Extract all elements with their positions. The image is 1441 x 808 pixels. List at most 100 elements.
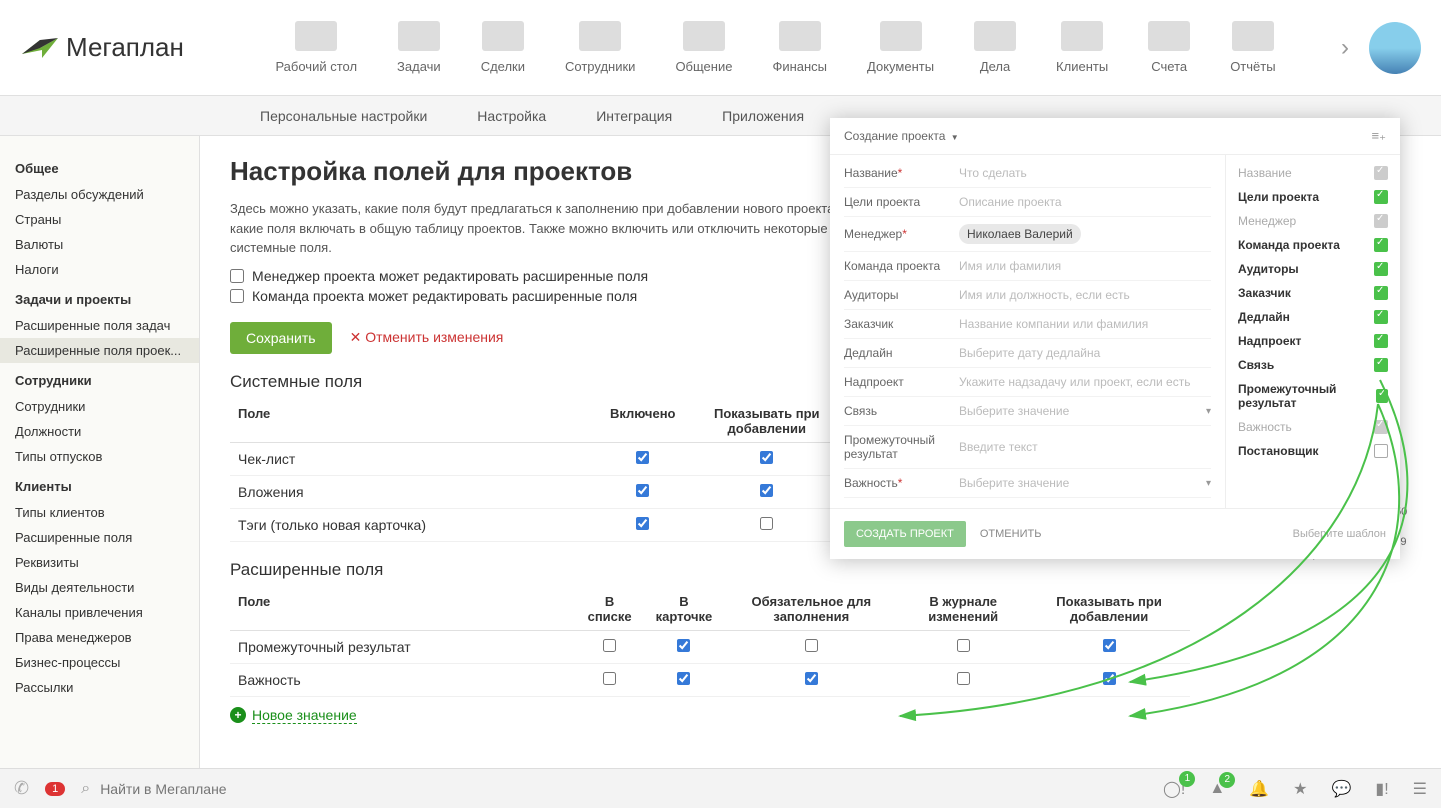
checkbox-in-list[interactable]	[603, 639, 616, 652]
warn-icon[interactable]: ▮!	[1375, 779, 1388, 799]
toggle-checkbox[interactable]	[1374, 238, 1388, 252]
form-input[interactable]: Название компании или фамилия	[959, 317, 1211, 331]
choose-template-link[interactable]: Выберите шаблон	[1293, 528, 1386, 540]
nav-finance[interactable]: Финансы	[772, 21, 827, 74]
save-button[interactable]: Сохранить	[230, 322, 332, 354]
form-row[interactable]: НадпроектУкажите надзадачу или проект, е…	[844, 368, 1211, 397]
field-toggle-row[interactable]: Название	[1226, 161, 1400, 185]
fire-icon[interactable]: ▲2	[1209, 780, 1225, 798]
form-row[interactable]: Важность*Выберите значение▾	[844, 469, 1211, 498]
sidebar-item[interactable]: Расширенные поля	[0, 525, 199, 550]
secnav-apps[interactable]: Приложения	[722, 108, 804, 124]
search-input[interactable]	[100, 781, 400, 797]
form-input[interactable]: Имя или должность, если есть	[959, 288, 1211, 302]
form-row[interactable]: АудиторыИмя или должность, если есть	[844, 281, 1211, 310]
nav-deals[interactable]: Сделки	[481, 21, 525, 74]
sidebar-item[interactable]: Расширенные поля задач	[0, 313, 199, 338]
alert-icon[interactable]: ◯!1	[1163, 779, 1185, 799]
checkbox-show-on-add[interactable]	[760, 451, 773, 464]
sidebar-item[interactable]: Сотрудники	[0, 394, 199, 419]
toggle-checkbox[interactable]	[1374, 310, 1388, 324]
secnav-personal[interactable]: Персональные настройки	[260, 108, 427, 124]
sidebar-item[interactable]: Бизнес-процессы	[0, 650, 199, 675]
checkbox-required[interactable]	[805, 672, 818, 685]
sidebar-item[interactable]: Типы отпусков	[0, 444, 199, 469]
bell-icon[interactable]: 🔔	[1249, 779, 1269, 799]
nav-employees[interactable]: Сотрудники	[565, 21, 635, 74]
checkbox-enabled[interactable]	[636, 451, 649, 464]
nav-more-icon[interactable]: ›	[1341, 34, 1349, 62]
sidebar-item[interactable]: Расширенные поля проек...	[0, 338, 199, 363]
popup-options-icon[interactable]: ≡₊	[1372, 128, 1386, 144]
field-toggle-row[interactable]: Заказчик	[1226, 281, 1400, 305]
user-avatar[interactable]	[1369, 22, 1421, 74]
checkbox-show-on-add[interactable]	[1103, 639, 1116, 652]
field-toggle-row[interactable]: Цели проекта	[1226, 185, 1400, 209]
field-toggle-row[interactable]: Менеджер	[1226, 209, 1400, 233]
form-row[interactable]: Название*Что сделать	[844, 159, 1211, 188]
sidebar-item[interactable]: Виды деятельности	[0, 575, 199, 600]
nav-tasks[interactable]: Задачи	[397, 21, 441, 74]
checkbox-enabled[interactable]	[636, 484, 649, 497]
nav-desktop[interactable]: Рабочий стол	[275, 21, 357, 74]
field-toggle-row[interactable]: Дедлайн	[1226, 305, 1400, 329]
sidebar-item[interactable]: Типы клиентов	[0, 500, 199, 525]
phone-icon[interactable]: ✆	[14, 778, 29, 799]
global-search[interactable]: ⌕	[81, 780, 1147, 798]
nav-clients[interactable]: Клиенты	[1056, 21, 1108, 74]
sidebar-item[interactable]: Налоги	[0, 257, 199, 282]
checkbox-show-on-add[interactable]	[760, 517, 773, 530]
nav-chat[interactable]: Общение	[675, 21, 732, 74]
sidebar-item[interactable]: Рассылки	[0, 675, 199, 700]
sidebar-item[interactable]: Должности	[0, 419, 199, 444]
nav-docs[interactable]: Документы	[867, 21, 934, 74]
popup-title[interactable]: Создание проекта ▼	[844, 129, 959, 143]
secnav-integration[interactable]: Интеграция	[596, 108, 672, 124]
checkbox-in-log[interactable]	[957, 639, 970, 652]
field-toggle-row[interactable]: Надпроект	[1226, 329, 1400, 353]
form-row[interactable]: Менеджер*Николаев Валерий	[844, 217, 1211, 252]
star-icon[interactable]: ★	[1293, 779, 1307, 799]
toggle-checkbox[interactable]	[1374, 262, 1388, 276]
nav-invoices[interactable]: Счета	[1148, 21, 1190, 74]
checkbox-show-on-add[interactable]	[760, 484, 773, 497]
form-input[interactable]: Выберите дату дедлайна	[959, 346, 1211, 360]
menu-icon[interactable]: ☰	[1413, 779, 1427, 799]
toggle-checkbox[interactable]	[1374, 214, 1388, 228]
form-row[interactable]: ЗаказчикНазвание компании или фамилия	[844, 310, 1211, 339]
sidebar-item[interactable]: Страны	[0, 207, 199, 232]
form-row[interactable]: СвязьВыберите значение▾	[844, 397, 1211, 426]
sidebar-item[interactable]: Права менеджеров	[0, 625, 199, 650]
sidebar-item[interactable]: Каналы привлечения	[0, 600, 199, 625]
checkbox-in-card[interactable]	[677, 672, 690, 685]
sidebar-item[interactable]: Разделы обсуждений	[0, 182, 199, 207]
create-project-button[interactable]: СОЗДАТЬ ПРОЕКТ	[844, 521, 966, 547]
toggle-checkbox[interactable]	[1374, 166, 1388, 180]
field-toggle-row[interactable]: Связь	[1226, 353, 1400, 377]
checkbox-show-on-add[interactable]	[1103, 672, 1116, 685]
form-input[interactable]: Описание проекта	[959, 195, 1211, 209]
field-toggle-row[interactable]: Постановщик	[1226, 439, 1400, 463]
toggle-checkbox[interactable]	[1374, 190, 1388, 204]
checkbox-in-card[interactable]	[677, 639, 690, 652]
field-toggle-row[interactable]: Команда проекта	[1226, 233, 1400, 257]
checkbox-required[interactable]	[805, 639, 818, 652]
form-input[interactable]: Что сделать	[959, 166, 1211, 180]
sidebar-item[interactable]: Реквизиты	[0, 550, 199, 575]
toggle-checkbox[interactable]	[1374, 286, 1388, 300]
form-input[interactable]: Укажите надзадачу или проект, если есть	[959, 375, 1211, 389]
form-input[interactable]: Николаев Валерий	[959, 224, 1211, 244]
field-toggle-row[interactable]: Аудиторы	[1226, 257, 1400, 281]
checkbox-in-list[interactable]	[603, 672, 616, 685]
toggle-checkbox[interactable]	[1374, 334, 1388, 348]
checkbox-in-log[interactable]	[957, 672, 970, 685]
toggle-checkbox[interactable]	[1374, 358, 1388, 372]
cancel-link[interactable]: ✕ Отменить изменения	[350, 329, 504, 346]
nav-affairs[interactable]: Дела	[974, 21, 1016, 74]
field-toggle-row[interactable]: Промежуточный результат	[1226, 377, 1400, 415]
cancel-create-button[interactable]: ОТМЕНИТЬ	[980, 528, 1042, 540]
add-new-field[interactable]: + Новое значение	[230, 707, 1411, 724]
comment-icon[interactable]: 💬	[1331, 779, 1351, 799]
form-input[interactable]: Введите текст	[959, 440, 1211, 454]
form-input[interactable]: Выберите значение	[959, 476, 1206, 490]
